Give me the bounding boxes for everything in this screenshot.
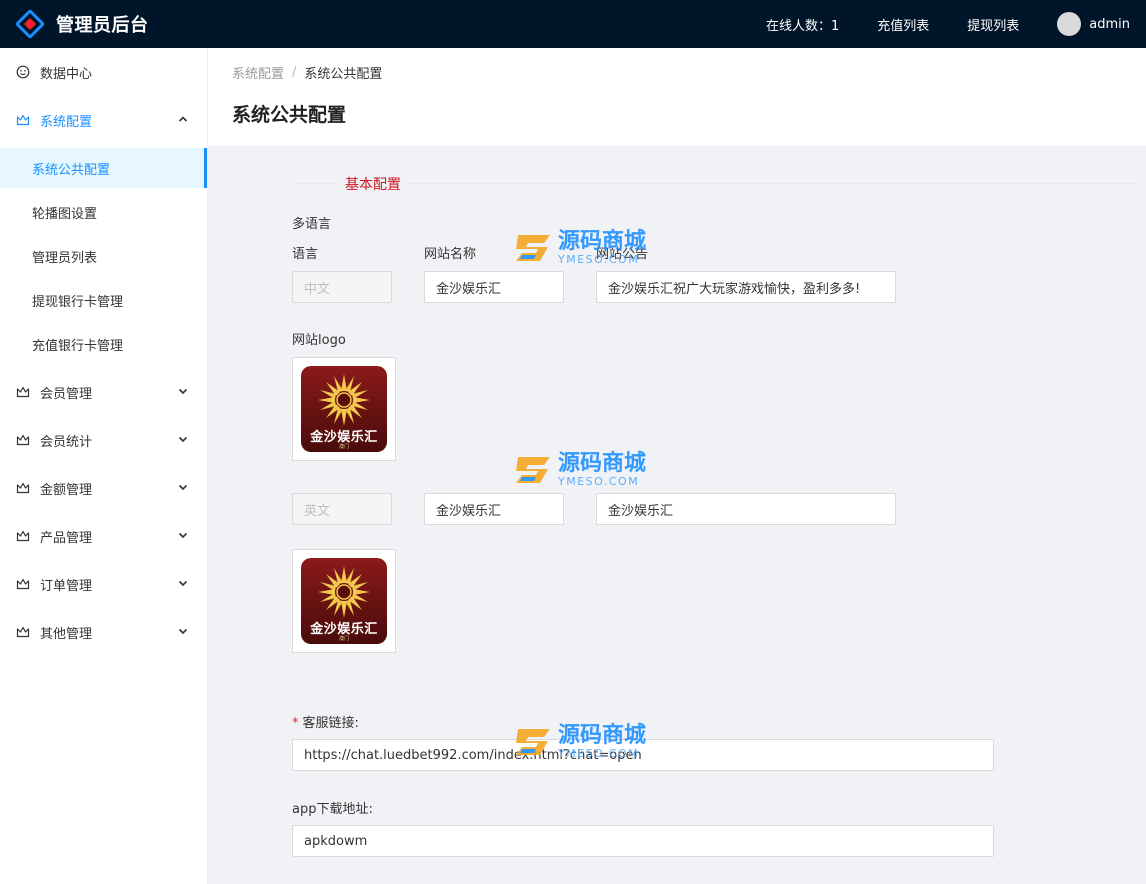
crown-icon (16, 481, 30, 495)
sidebar-item-label: 会员统计 (40, 434, 93, 450)
sidebar-item-member-stats[interactable]: 会员统计 (0, 416, 207, 464)
online-users: 在线人数：1 (766, 15, 839, 34)
logo-subtext: 澳门 (338, 636, 349, 642)
sidebar-item-label: 订单管理 (40, 578, 93, 594)
sidebar-item-system-config[interactable]: 系统配置 (0, 96, 207, 144)
required-mark: * (292, 716, 299, 731)
watermark-logo-icon (516, 456, 550, 483)
watermark-en: YMESO.COM (558, 475, 640, 488)
sidebar-item-product-management[interactable]: 产品管理 (0, 512, 207, 560)
chevron-down-icon (178, 484, 188, 491)
section-title: 基本配置 (336, 174, 410, 194)
sidebar-subitem-recharge-bank-cards[interactable]: 充值银行卡管理 (0, 324, 207, 364)
site-name-input-zh[interactable]: 金沙娱乐汇 (424, 271, 564, 303)
sidebar-item-member-management[interactable]: 会员管理 (0, 368, 207, 416)
watermark-logo-icon (516, 234, 550, 261)
page-header: 系统配置 / 系统公共配置 系统公共配置 (208, 48, 1146, 146)
column-site-name: 网站名称 (424, 247, 477, 262)
section-divider (292, 183, 1134, 184)
watermark: 源码商城 YMESO.COM (514, 452, 646, 487)
main-content: 基本配置 多语言 语言 网站名称 网站公告 中文 金沙娱乐汇 金沙娱乐汇祝广大玩… (208, 146, 1146, 884)
sidebar-item-amount-management[interactable]: 金额管理 (0, 464, 207, 512)
username: admin (1089, 16, 1130, 32)
withdraw-list-link[interactable]: 提现列表 (967, 15, 1019, 34)
breadcrumb-current: 系统公共配置 (304, 67, 383, 82)
crown-icon (16, 625, 30, 639)
column-site-notice: 网站公告 (596, 247, 649, 262)
app-download-label: app下载地址: (292, 802, 373, 817)
sidebar-item-label: 会员管理 (40, 386, 93, 402)
sidebar-item-label: 系统配置 (40, 114, 93, 130)
crown-icon (16, 113, 30, 127)
top-header: 管理员后台 在线人数：1 充值列表 提现列表 admin (0, 0, 1146, 48)
chevron-down-icon (178, 628, 188, 635)
sidebar-subitem-withdraw-bank-cards[interactable]: 提现银行卡管理 (0, 280, 207, 320)
chevron-down-icon (178, 436, 188, 443)
sidebar-item-label: 数据中心 (40, 66, 93, 82)
sidebar-subitem-banner-settings[interactable]: 轮播图设置 (0, 192, 207, 232)
site-logo-image: 金沙娱乐汇 澳门 (301, 366, 387, 452)
crown-icon (16, 529, 30, 543)
avatar (1057, 12, 1082, 36)
site-logo-image: 金沙娱乐汇 澳门 (301, 558, 387, 644)
logo-subtext: 澳门 (338, 444, 349, 450)
service-link-label: * 客服链接: (292, 712, 359, 731)
breadcrumb-separator: / (292, 65, 297, 80)
sidebar-subitem-system-public-config[interactable]: 系统公共配置 (0, 148, 207, 188)
sidebar-item-label: 产品管理 (40, 530, 93, 546)
app-title: 管理员后台 (56, 15, 149, 36)
chevron-down-icon (178, 580, 188, 587)
smile-icon (16, 65, 30, 79)
crown-icon (16, 385, 30, 399)
sidebar: 数据中心 系统配置 系统公共配置 轮播图设置 管理员列表 提现银行卡管理 充值银… (0, 48, 208, 884)
chevron-down-icon (178, 388, 188, 395)
language-field-en: 英文 (292, 493, 392, 525)
crown-icon (16, 433, 30, 447)
online-users-label: 在线人数： (765, 18, 831, 34)
crown-icon (16, 577, 30, 591)
service-link-label-text: 客服链接: (302, 716, 359, 731)
watermark-cn: 源码商城 (558, 451, 647, 476)
sidebar-item-label: 其他管理 (40, 626, 93, 642)
sidebar-item-label: 金额管理 (40, 482, 93, 498)
site-notice-input-en[interactable]: 金沙娱乐汇 (596, 493, 896, 525)
service-link-input[interactable]: https://chat.luedbet992.com/index.html?c… (292, 739, 994, 771)
breadcrumb-parent[interactable]: 系统配置 (232, 63, 284, 82)
page-title: 系统公共配置 (232, 104, 347, 126)
logo-upload-en[interactable]: 金沙娱乐汇 澳门 (292, 549, 396, 653)
sidebar-subitem-admin-list[interactable]: 管理员列表 (0, 236, 207, 276)
sidebar-item-other-management[interactable]: 其他管理 (0, 608, 207, 656)
sun-logo-icon (318, 374, 370, 426)
online-users-count: 1 (830, 18, 840, 34)
recharge-list-link[interactable]: 充值列表 (877, 15, 929, 34)
logo-upload-zh[interactable]: 金沙娱乐汇 澳门 (292, 357, 396, 461)
column-language: 语言 (292, 247, 319, 262)
user-menu[interactable]: admin (1057, 12, 1130, 36)
app-download-input[interactable]: apkdowm (292, 825, 994, 857)
app-logo[interactable]: 管理员后台 (16, 10, 149, 38)
multilang-label: 多语言 (292, 217, 332, 232)
sun-logo-icon (318, 566, 370, 618)
chevron-up-icon (178, 116, 188, 122)
sidebar-item-data-center[interactable]: 数据中心 (0, 48, 207, 96)
language-field-zh: 中文 (292, 271, 392, 303)
site-notice-input-zh[interactable]: 金沙娱乐汇祝广大玩家游戏愉快，盈利多多! (596, 271, 896, 303)
logo-label: 网站logo (292, 333, 346, 348)
ant-logo-icon (16, 10, 44, 38)
sidebar-item-order-management[interactable]: 订单管理 (0, 560, 207, 608)
breadcrumb: 系统配置 / 系统公共配置 (232, 63, 1122, 82)
site-name-input-en[interactable]: 金沙娱乐汇 (424, 493, 564, 525)
chevron-down-icon (178, 532, 188, 539)
